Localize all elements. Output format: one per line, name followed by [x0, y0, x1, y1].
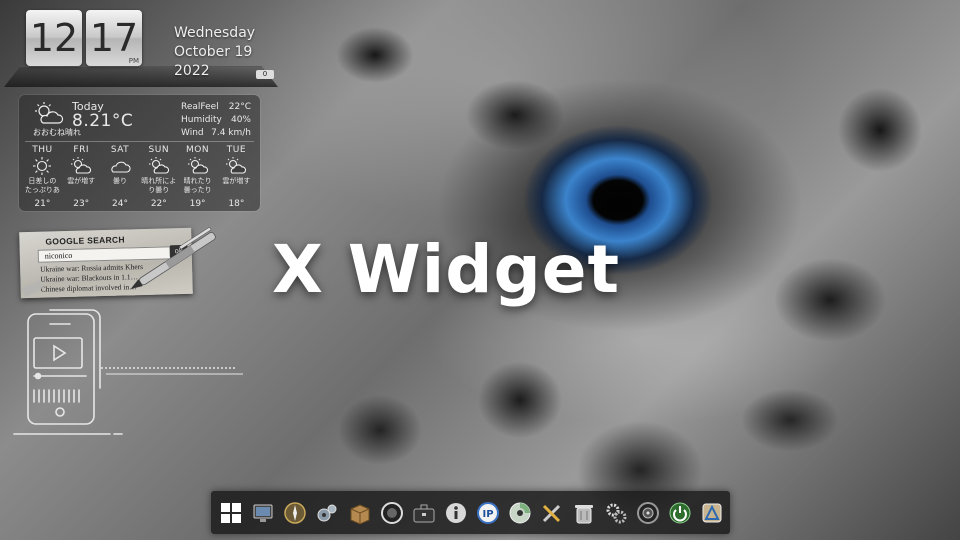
- forecast-condition: 晴れたり 曇ったり: [178, 177, 217, 196]
- forecast-day: THU 日差しのたっぷりある 21°: [23, 145, 62, 209]
- monitor-icon[interactable]: [249, 498, 278, 527]
- forecast-condition-line1: 晴れたり: [183, 177, 212, 185]
- google-search-title: GOOGLE SEARCH: [45, 234, 125, 247]
- forecast-day-name: SAT: [110, 145, 130, 155]
- tools-icon[interactable]: [538, 498, 567, 527]
- forecast-day-name: TUE: [226, 145, 247, 155]
- forecast-day-name: THU: [32, 145, 53, 155]
- date-weekday: Wednesday: [174, 25, 256, 41]
- speaker-icon[interactable]: [634, 498, 663, 527]
- weather-temperature: 8.21°C: [72, 111, 134, 131]
- realfeel-value: 22°C: [228, 102, 251, 112]
- forecast-temp: 23°: [73, 199, 90, 209]
- forecast-temp: 24°: [112, 199, 128, 209]
- app-store-icon[interactable]: [698, 498, 727, 527]
- page-title: X Widget: [272, 231, 621, 308]
- partly-cloudy-icon: [148, 157, 169, 174]
- phone-media-widget[interactable]: [10, 306, 245, 441]
- forecast-condition: 日差しのたっぷりある: [23, 177, 62, 196]
- weather-stats: RealFeel 22°C Humidity 40% Wind 7.4 km/h: [181, 101, 251, 140]
- forecast-condition: 雲が増す: [62, 177, 101, 196]
- weather-wind: Wind 7.4 km/h: [181, 127, 251, 140]
- weather-widget[interactable]: Today 8.21°C おおむね晴れ RealFeel 22°C Humidit…: [19, 95, 260, 211]
- forecast-condition-line1: 雲が増す: [67, 177, 96, 185]
- clock-ampm: PM: [128, 57, 139, 65]
- dial-icon[interactable]: [377, 498, 406, 527]
- weather-divider: [25, 141, 254, 142]
- forecast-day: FRI 雲が増す 23°: [62, 145, 101, 209]
- clock-counter: 0: [256, 70, 274, 79]
- power-icon[interactable]: [666, 498, 695, 527]
- pen-icon: [130, 226, 216, 290]
- clock-hour: 12: [26, 10, 82, 66]
- date-month-day: October 19: [174, 44, 253, 60]
- forecast-day-name: FRI: [73, 145, 89, 155]
- forecast-temp: 19°: [189, 199, 206, 209]
- svg-text:IP: IP: [482, 509, 493, 520]
- cloud-icon: [111, 161, 131, 173]
- forecast-condition-line2: たっぷりある: [24, 186, 60, 196]
- weather-realfeel: RealFeel 22°C: [181, 101, 251, 114]
- ip-icon[interactable]: IP: [474, 498, 503, 527]
- sun-icon: [33, 157, 52, 175]
- gears-icon[interactable]: [313, 498, 342, 527]
- wind-value: 7.4 km/h: [211, 128, 251, 138]
- weather-humidity: Humidity 40%: [181, 114, 251, 127]
- forecast-condition-line1: 日差しの: [28, 177, 57, 185]
- forecast-day-name: MON: [186, 145, 210, 155]
- forecast-condition-line1: 晴れ所によ: [141, 177, 177, 185]
- forecast-temp: 18°: [228, 199, 245, 209]
- forecast-day: SUN 晴れ所によ り曇り 22°: [139, 145, 178, 209]
- compass-icon[interactable]: [281, 498, 310, 527]
- forecast-temp: 21°: [34, 199, 51, 209]
- forecast-temp: 22°: [150, 199, 167, 209]
- clock-minute-text: 17: [89, 16, 139, 60]
- realfeel-label: RealFeel: [181, 102, 219, 112]
- forecast-condition: 晴れ所によ り曇り: [139, 177, 178, 196]
- forecast-condition-line1: 雲が増す: [222, 177, 251, 185]
- forecast-condition-line1: 曇り: [112, 177, 127, 185]
- partly-cloudy-icon: [226, 157, 247, 174]
- forecast-day-name: SUN: [148, 145, 170, 155]
- weather-condition: おおむね晴れ: [33, 128, 81, 137]
- briefcase-icon[interactable]: [409, 498, 438, 527]
- date-display: Wednesday October 19 2022: [174, 24, 255, 81]
- clock-minute: 17 PM: [86, 10, 142, 66]
- dock-bar: IP: [211, 491, 730, 534]
- wind-label: Wind: [181, 128, 204, 138]
- forecast-day: TUE 雲が増す 18°: [217, 145, 256, 209]
- partly-cloudy-icon: [35, 102, 64, 124]
- disc-icon[interactable]: [506, 498, 535, 527]
- humidity-value: 40%: [230, 115, 251, 125]
- forecast-condition: 曇り: [101, 177, 140, 196]
- clock-hour-text: 12: [29, 16, 79, 60]
- forecast-condition-line2: 曇ったり: [183, 186, 212, 194]
- forecast-day: MON 晴れたり 曇ったり 19°: [178, 145, 217, 209]
- forecast-condition-line2: り曇り: [148, 186, 170, 194]
- trash-icon[interactable]: [570, 498, 599, 527]
- play-icon: [53, 344, 67, 362]
- partly-cloudy-icon: [187, 157, 208, 174]
- windows-start-icon[interactable]: [217, 498, 246, 527]
- weather-forecast: THU 日差しのたっぷりある 21° FRI 雲が増す 23° SAT 曇り 2…: [23, 145, 256, 209]
- forecast-condition: 雲が増す: [217, 177, 256, 196]
- package-box-icon[interactable]: [345, 498, 374, 527]
- humidity-label: Humidity: [181, 115, 222, 125]
- settings-gears-icon[interactable]: [602, 498, 631, 527]
- partly-cloudy-icon: [71, 157, 92, 174]
- info-icon[interactable]: [441, 498, 470, 527]
- forecast-day: SAT 曇り 24°: [101, 145, 140, 209]
- date-year: 2022: [174, 63, 210, 79]
